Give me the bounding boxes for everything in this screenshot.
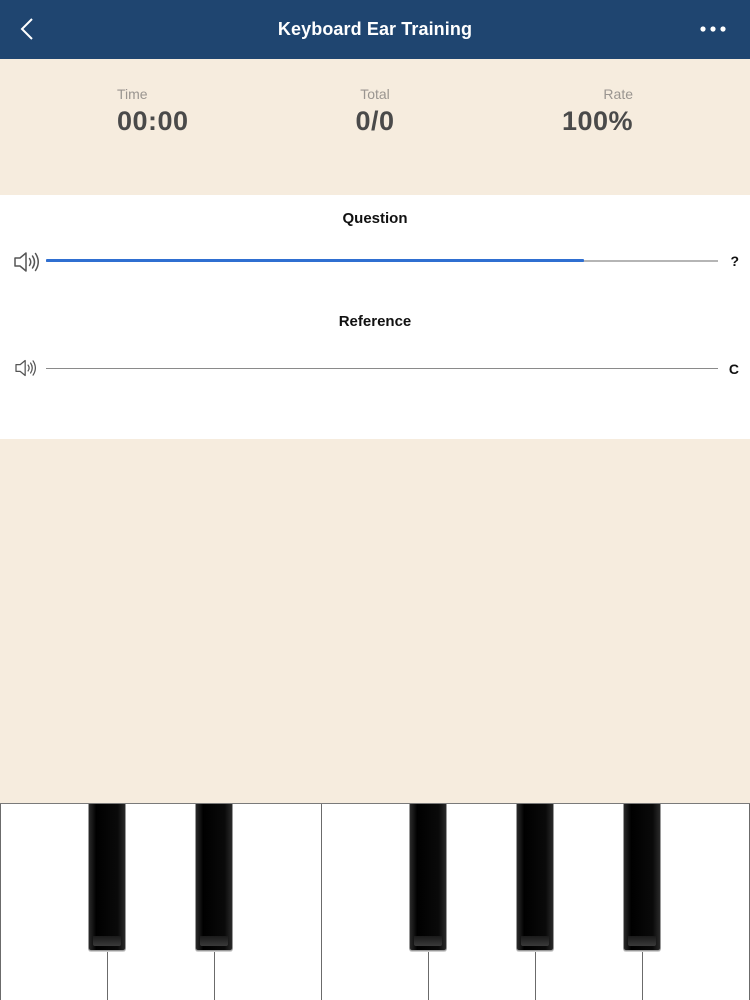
question-play-button[interactable] bbox=[13, 250, 41, 274]
total-label: Total bbox=[360, 86, 390, 102]
black-key-a-sharp[interactable] bbox=[623, 804, 661, 951]
question-progress-fill bbox=[46, 259, 584, 262]
speaker-icon bbox=[15, 359, 36, 377]
reference-note: C bbox=[728, 361, 739, 377]
total-stat: Total 0/0 bbox=[0, 86, 750, 137]
question-title: Question bbox=[342, 210, 408, 227]
nav-bar: Keyboard Ear Training bbox=[0, 0, 750, 59]
listening-panel: Question ? Reference C bbox=[0, 195, 750, 439]
reference-play-button[interactable] bbox=[14, 358, 38, 378]
rate-stat: Rate 100% bbox=[562, 86, 633, 137]
back-button[interactable] bbox=[12, 12, 42, 46]
chevron-left-icon bbox=[20, 18, 33, 40]
question-answer: ? bbox=[730, 253, 739, 269]
reference-track bbox=[46, 368, 718, 369]
black-key-d-sharp[interactable] bbox=[195, 804, 233, 951]
stats-panel: Time 00:00 Total 0/0 Rate 100% bbox=[0, 59, 750, 195]
rate-label: Rate bbox=[603, 86, 633, 102]
reference-title: Reference bbox=[338, 313, 412, 330]
more-button[interactable] bbox=[696, 14, 730, 44]
speaker-icon bbox=[14, 252, 39, 272]
ellipsis-icon bbox=[700, 26, 726, 32]
page-title: Keyboard Ear Training bbox=[277, 19, 473, 39]
black-key-g-sharp[interactable] bbox=[516, 804, 554, 951]
black-key-c-sharp[interactable] bbox=[88, 804, 126, 951]
question-progress-track bbox=[46, 259, 718, 262]
black-key-f-sharp[interactable] bbox=[409, 804, 447, 951]
piano-keyboard bbox=[0, 803, 750, 1000]
total-value: 0/0 bbox=[355, 106, 395, 136]
rate-value: 100% bbox=[561, 106, 633, 136]
